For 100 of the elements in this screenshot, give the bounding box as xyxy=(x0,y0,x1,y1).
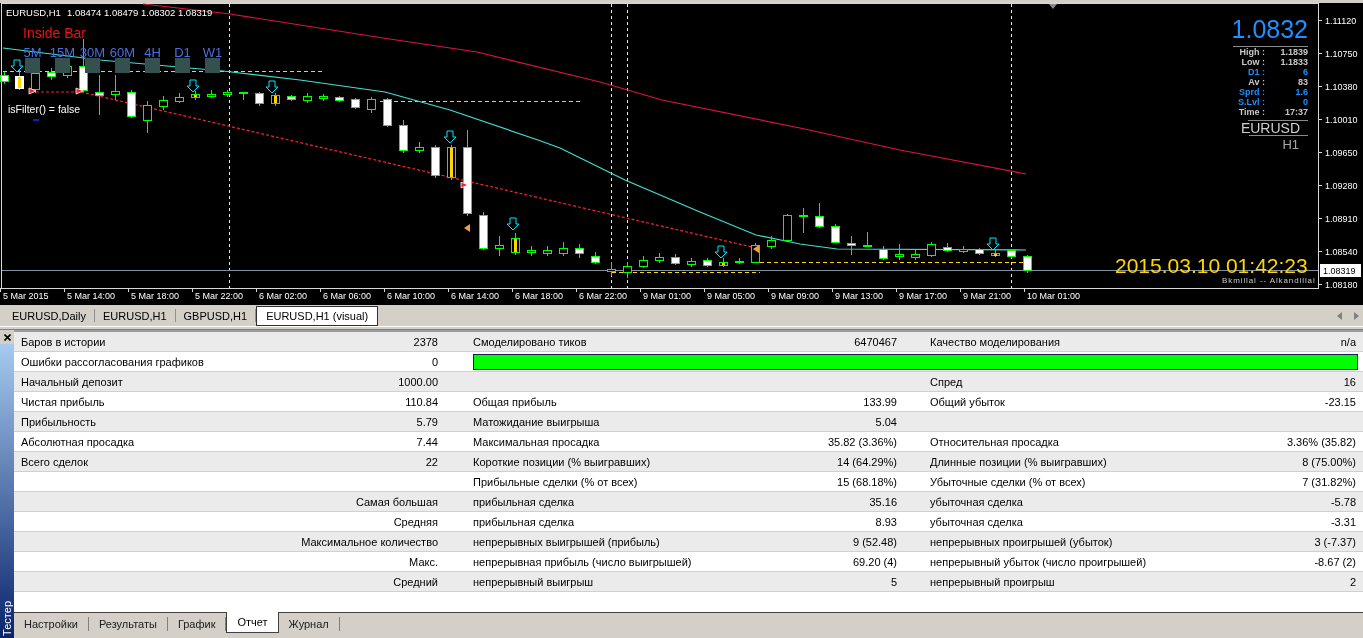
dash-icon xyxy=(33,119,39,121)
down-arrow-icon xyxy=(986,237,1000,251)
inside-bar-candle xyxy=(719,257,728,268)
table-cell-text: Начальный депозит xyxy=(20,375,124,388)
table-cell-text: -5.78 xyxy=(1329,495,1357,508)
info-value: 1.1833 xyxy=(1279,57,1308,67)
table-cell-text: Спред xyxy=(929,375,964,388)
table-cell-text: прибыльная сделка xyxy=(472,515,576,528)
candlestick xyxy=(239,91,248,101)
timeframe-button[interactable] xyxy=(175,58,190,73)
table-cell-text: 0 xyxy=(430,355,439,368)
table-cell-text: Прибыльность xyxy=(20,415,97,428)
tester-tab[interactable]: Отчет xyxy=(226,612,279,633)
table-cell-text: Макс. xyxy=(408,555,439,568)
info-label: Low : xyxy=(1240,57,1265,67)
marker-icon xyxy=(75,87,84,95)
candlestick xyxy=(47,67,56,81)
time-axis-label: 6 Mar 06:00 xyxy=(323,291,372,301)
candlestick xyxy=(815,202,824,229)
candlestick xyxy=(543,245,552,257)
table-cell-text: 5.04 xyxy=(874,415,898,428)
filter-status: isFilter() = false xyxy=(8,103,81,115)
table-cell-text: 3.36% (35.82) xyxy=(1285,435,1357,448)
price-axis-label: 1.09650 xyxy=(1325,147,1358,158)
close-icon[interactable] xyxy=(3,333,11,341)
table-cell-text: 14 (64.29%) xyxy=(836,455,898,468)
candlestick xyxy=(495,235,504,257)
timeframe-label: 4H xyxy=(144,45,161,60)
candlestick xyxy=(623,261,632,279)
timeframe-button[interactable] xyxy=(115,58,130,73)
table-cell-text: Максимальная просадка xyxy=(472,435,601,448)
table-cell-text: 8 (75.00%) xyxy=(1301,455,1357,468)
candlestick xyxy=(735,257,744,265)
candlestick xyxy=(0,71,9,85)
time-axis-label: 5 Mar 2015 xyxy=(3,291,49,301)
candlestick xyxy=(703,257,712,268)
time-axis-label: 9 Mar 01:00 xyxy=(643,291,692,301)
chart-tab[interactable]: EURUSD,Daily xyxy=(4,309,95,322)
table-cell-text: 5 xyxy=(889,575,898,588)
info-value: 1.6 xyxy=(1294,87,1308,97)
triangle-icon xyxy=(1049,4,1057,9)
time-axis-label: 9 Mar 17:00 xyxy=(899,291,948,301)
left-arrow-icon[interactable] xyxy=(1337,311,1342,320)
triangle-marker-icon xyxy=(464,224,470,232)
info-label: D1 : xyxy=(1247,67,1265,77)
timeframe-label: 60M xyxy=(109,45,136,60)
timeframe-button[interactable] xyxy=(205,58,220,73)
table-cell-text: 2378 xyxy=(412,335,439,348)
table-cell-text: 5.79 xyxy=(415,415,439,428)
candlestick xyxy=(127,89,136,119)
footer-note: Bkmillal -- Alkandillal xyxy=(1222,276,1316,285)
candlestick xyxy=(687,257,696,268)
table-cell-text: -23.15 xyxy=(1323,395,1357,408)
table-cell-text: непрерывный выигрыш xyxy=(472,575,595,588)
candlestick xyxy=(1007,248,1016,259)
candlestick xyxy=(591,251,600,265)
candlestick xyxy=(95,74,104,116)
table-cell-text: Средний xyxy=(392,575,439,588)
time-axis-label: 9 Mar 05:00 xyxy=(707,291,756,301)
quote-price: 1.0832 xyxy=(1230,17,1308,42)
timeframe-button[interactable] xyxy=(85,58,100,73)
table-cell-text: 1000.00 xyxy=(397,375,439,388)
tester-tab[interactable]: Журнал xyxy=(278,617,340,631)
chart-tab[interactable]: EURUSD,H1 (visual) xyxy=(256,306,379,326)
candlestick xyxy=(367,96,376,114)
tester-tab[interactable]: Результаты xyxy=(88,617,168,631)
timeframe-button[interactable] xyxy=(25,58,40,73)
inside-bar-candle xyxy=(447,144,456,181)
price-axis-label: 1.08910 xyxy=(1325,213,1358,224)
table-cell-text: 3 (-7.37) xyxy=(1313,535,1357,548)
table-cell-text: 110.84 xyxy=(404,395,439,408)
table-cell-text: непрерывных выигрышей (прибыль) xyxy=(472,535,661,548)
info-label: S.Lvl : xyxy=(1237,97,1265,107)
candlestick xyxy=(287,94,296,102)
down-arrow-icon xyxy=(10,59,24,73)
inside-bar-candle xyxy=(991,249,1000,258)
info-symbol: EURUSD xyxy=(1239,121,1301,135)
timeframe-button[interactable] xyxy=(55,58,70,73)
candlestick xyxy=(383,97,392,128)
info-label: Av : xyxy=(1247,77,1265,87)
table-cell-text: 22 xyxy=(424,455,439,468)
time-axis-label: 6 Mar 02:00 xyxy=(259,291,308,301)
tester-tab[interactable]: Настройки xyxy=(14,617,89,631)
candlestick xyxy=(335,95,344,103)
table-cell-text: Матожидание выигрыша xyxy=(472,415,601,428)
down-arrow-icon xyxy=(186,79,200,93)
info-value: 1.1839 xyxy=(1279,47,1308,57)
right-arrow-icon[interactable] xyxy=(1354,311,1359,320)
price-axis-label: 1.10750 xyxy=(1325,48,1358,59)
candlestick xyxy=(943,242,952,253)
time-axis-label: 9 Mar 21:00 xyxy=(963,291,1012,301)
table-cell-text: Баров в истории xyxy=(20,335,107,348)
chart-tab[interactable]: EURUSD,H1 xyxy=(94,309,176,322)
time-axis-label: 5 Mar 22:00 xyxy=(195,291,244,301)
table-cell-text: убыточная сделка xyxy=(929,515,1024,528)
table-cell-text: непрерывных проигрышей (убыток) xyxy=(929,535,1114,548)
timeframe-button[interactable] xyxy=(145,58,160,73)
price-axis-label: 1.10380 xyxy=(1325,81,1358,92)
ohlc-values: 1.08474 1.08479 1.08302 1.08319 xyxy=(67,7,213,18)
price-axis-label: 1.11120 xyxy=(1325,15,1357,26)
